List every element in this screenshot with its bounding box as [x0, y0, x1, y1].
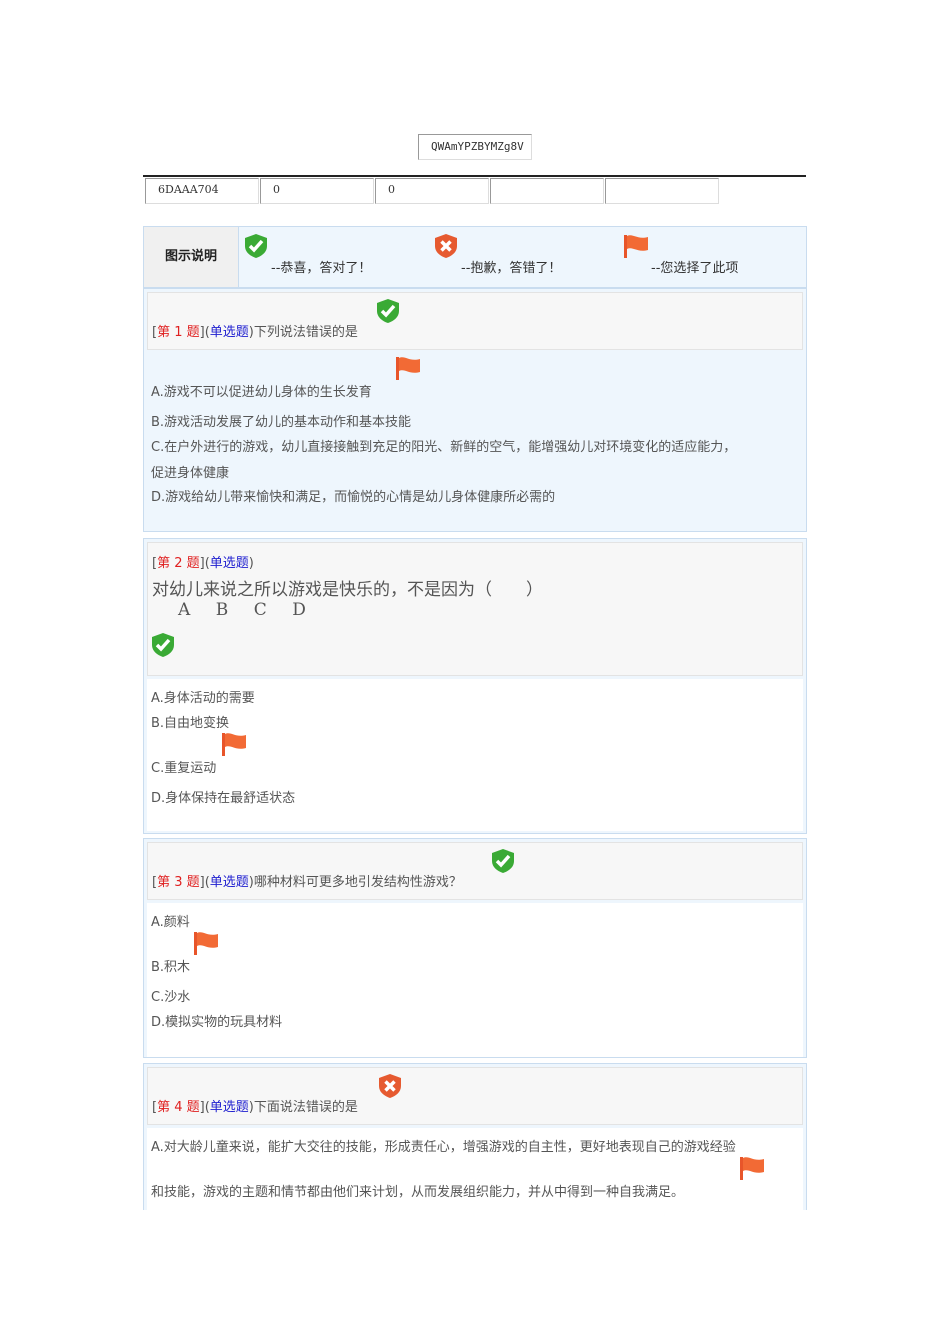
- option-c[interactable]: C.在户外进行的游戏，幼儿直接接触到充足的阳光、新鲜的空气，能增强幼儿对环境变化…: [151, 436, 736, 455]
- question-type: 单选题: [209, 875, 249, 890]
- question-2: [第 2 题](单选题) 对幼儿来说之所以游戏是快乐的，不是因为（ ） A B …: [143, 538, 807, 834]
- option-a[interactable]: A.颜料: [151, 911, 190, 930]
- exam-code-field: QWAmYPZBYMZg8V: [418, 134, 532, 160]
- quiz-result-page: QWAmYPZBYMZg8V 6DAAA704 0 0 图示说明 --恭喜，答对…: [0, 0, 950, 1344]
- question-number: 第 1 题: [157, 325, 200, 340]
- option-c[interactable]: C.沙水: [151, 986, 190, 1005]
- info-cell-4: [490, 178, 604, 204]
- divider: [143, 175, 806, 177]
- choice: C: [253, 600, 267, 620]
- question-type: 单选题: [209, 556, 249, 571]
- info-cell-3: 0: [375, 178, 489, 204]
- legend: 图示说明 --恭喜，答对了！ --抱歉，答错了！ --您选择了此项: [143, 226, 807, 288]
- option-c[interactable]: C.重复运动: [151, 757, 216, 776]
- question-text: 下面说法错误的是: [253, 1100, 358, 1115]
- flag-icon: [395, 355, 421, 381]
- question-header: [第 3 题](单选题)哪种材料可更多地引发结构性游戏？: [147, 842, 803, 900]
- choice: A: [178, 600, 191, 620]
- option-a[interactable]: A.身体活动的需要: [151, 687, 255, 706]
- question-text: 哪种材料可更多地引发结构性游戏？: [253, 875, 462, 890]
- flag-icon: [623, 233, 649, 259]
- option-d[interactable]: D.身体保持在最舒适状态: [151, 787, 295, 806]
- legend-selected: --您选择了此项: [651, 261, 739, 276]
- choice: B: [215, 600, 229, 620]
- correct-icon: [375, 298, 401, 324]
- question-4: [第 4 题](单选题)下面说法错误的是 A.对大龄儿童来说，能扩大交往的技能，…: [143, 1063, 807, 1228]
- correct-icon: [243, 233, 269, 259]
- option-d[interactable]: D.游戏给幼儿带来愉快和满足，而愉悦的心情是幼儿身体健康所必需的: [151, 486, 555, 505]
- option-b[interactable]: B.游戏活动发展了幼儿的基本动作和基本技能: [151, 411, 411, 430]
- info-cell-5: [605, 178, 719, 204]
- option-b[interactable]: B.自由地变换: [151, 712, 229, 731]
- question-1: [第 1 题](单选题)下列说法错误的是 A.游戏不可以促进幼儿身体的生长发育 …: [143, 288, 807, 532]
- info-cell-2: 0: [260, 178, 374, 204]
- wrong-icon: [377, 1073, 403, 1099]
- option-a[interactable]: A.游戏不可以促进幼儿身体的生长发育: [151, 381, 372, 400]
- info-cell-1: 6DAAA704: [145, 178, 259, 204]
- question-text: 下列说法错误的是: [253, 325, 358, 340]
- flag-icon: [193, 930, 219, 956]
- question-type: 单选题: [209, 1100, 249, 1115]
- option-d[interactable]: D.模拟实物的玩具材料: [151, 1011, 282, 1030]
- legend-title: 图示说明: [144, 227, 239, 287]
- question-header: [第 2 题](单选题) 对幼儿来说之所以游戏是快乐的，不是因为（ ） A B …: [147, 542, 803, 676]
- choice: D: [292, 600, 306, 620]
- question-number: 第 2 题: [157, 556, 200, 571]
- option-a[interactable]: A.对大龄儿童来说，能扩大交往的技能，形成责任心，增强游戏的自主性，更好地表现自…: [151, 1136, 736, 1155]
- options: A.颜料 B.积木 C.沙水 D.模拟实物的玩具材料: [147, 903, 803, 1057]
- legend-correct: --恭喜，答对了！: [271, 261, 372, 276]
- flag-icon: [739, 1155, 765, 1181]
- question-text: 对幼儿来说之所以游戏是快乐的，不是因为（ ）: [152, 580, 543, 600]
- option-c-cont: 促进身体健康: [151, 466, 230, 481]
- option-b[interactable]: B.积木: [151, 956, 190, 975]
- option-a-cont: 和技能，游戏的主题和情节都由他们来计划，从而发展组织能力，并从中得到一种自我满足…: [151, 1185, 685, 1200]
- flag-icon: [221, 731, 247, 757]
- answer-choices: A B C D: [178, 600, 306, 620]
- options: A.游戏不可以促进幼儿身体的生长发育 B.游戏活动发展了幼儿的基本动作和基本技能…: [147, 353, 803, 531]
- wrong-icon: [433, 233, 459, 259]
- question-number: 第 3 题: [157, 875, 200, 890]
- correct-icon: [490, 848, 516, 874]
- question-number: 第 4 题: [157, 1100, 200, 1115]
- question-type: 单选题: [209, 325, 249, 340]
- legend-wrong: --抱歉，答错了！: [461, 261, 562, 276]
- correct-icon: [150, 632, 176, 658]
- options: A.身体活动的需要 B.自由地变换 C.重复运动 D.身体保持在最舒适状态: [147, 679, 803, 831]
- question-3: [第 3 题](单选题)哪种材料可更多地引发结构性游戏？ A.颜料 B.积木 C…: [143, 838, 807, 1058]
- question-header: [第 1 题](单选题)下列说法错误的是: [147, 292, 803, 350]
- question-header: [第 4 题](单选题)下面说法错误的是: [147, 1067, 803, 1125]
